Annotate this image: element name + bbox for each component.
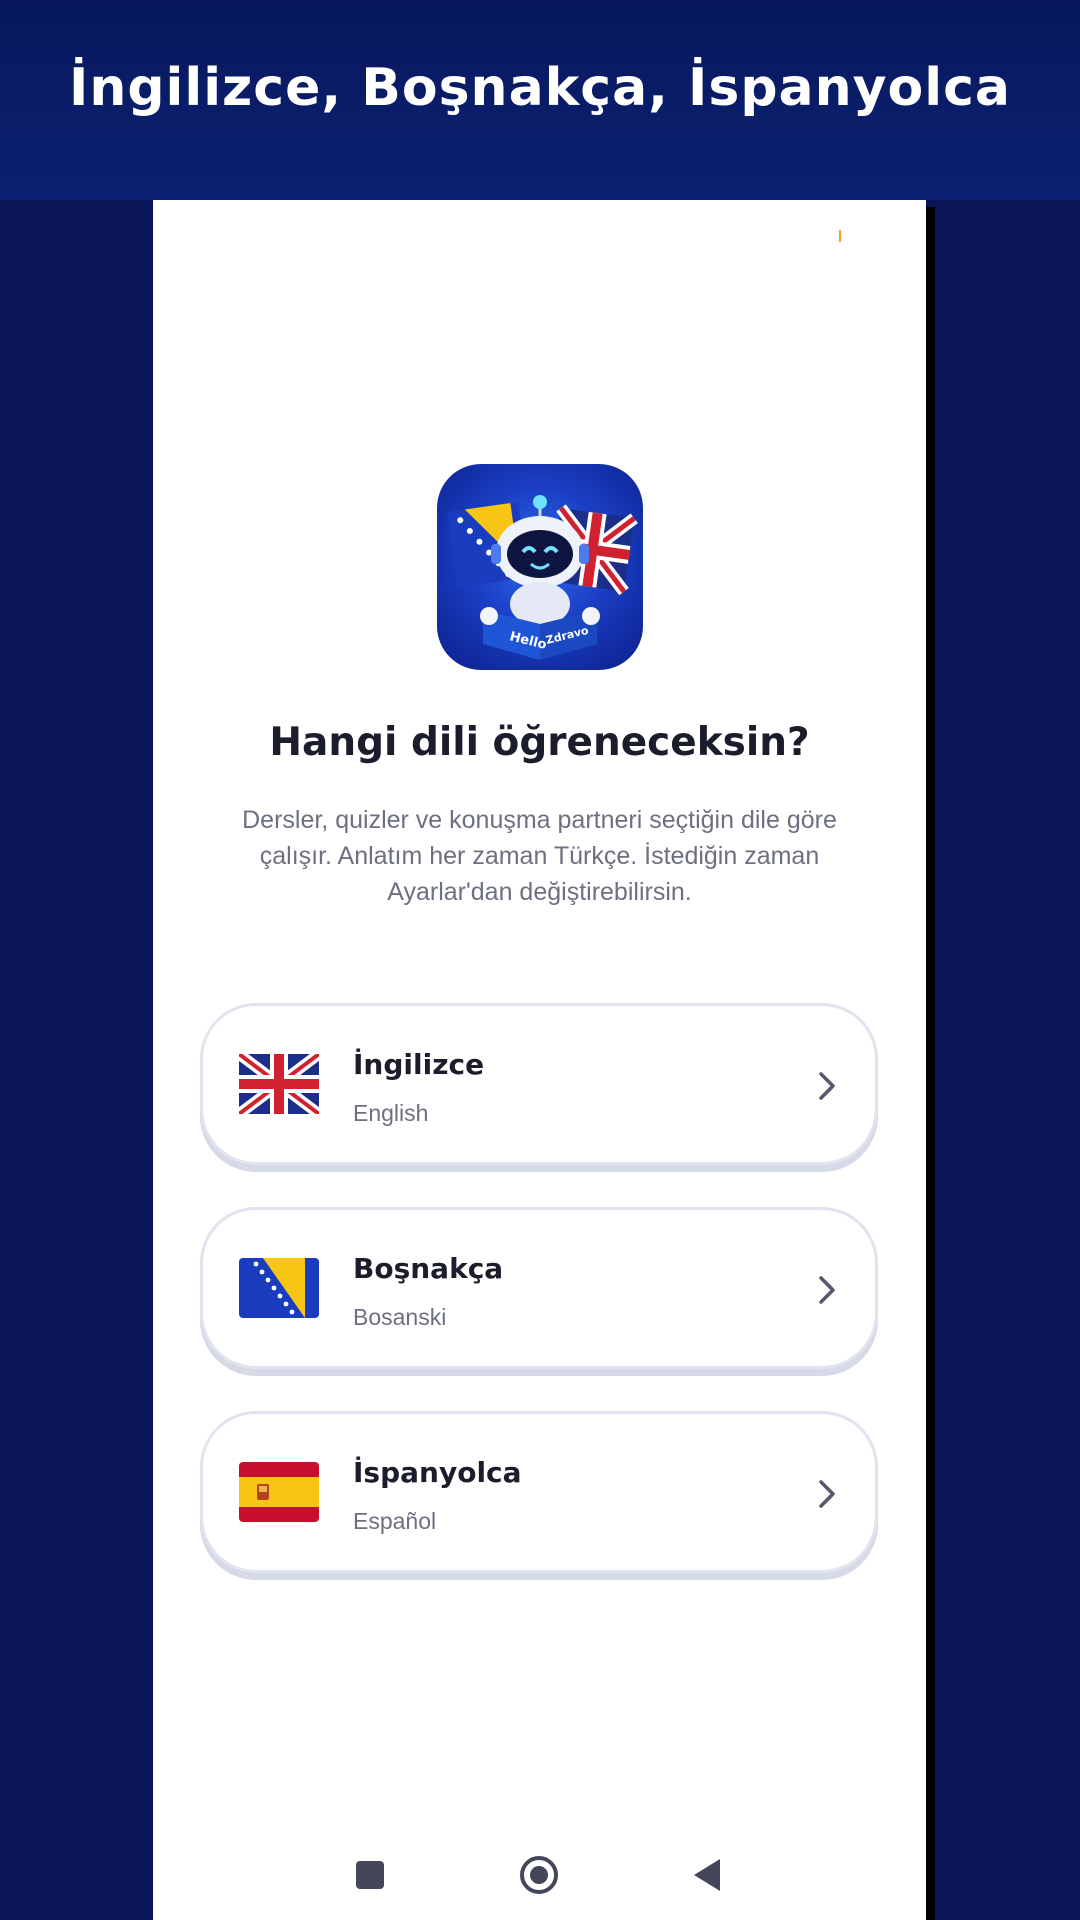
recents-square-icon[interactable]: [350, 1855, 390, 1895]
chevron-right-icon: [819, 1276, 835, 1304]
back-triangle-icon[interactable]: [688, 1855, 728, 1895]
page-subtitle: Dersler, quizler ve konuşma partneri seç…: [242, 806, 837, 906]
banner: İngilizce, Boşnakça, İspanyolca: [0, 0, 1080, 200]
chevron-right-icon: [819, 1480, 835, 1508]
app-logo: Hello Zdravo: [437, 464, 643, 670]
robot-flags-logo-icon: Hello Zdravo: [447, 495, 638, 660]
home-circle-icon[interactable]: [519, 1855, 559, 1895]
language-name: Boşnakça: [353, 1252, 504, 1285]
language-name: İngilizce: [353, 1048, 485, 1081]
spain-flag-icon: [239, 1462, 319, 1522]
phone-screen: Hello Zdravo Hangi dili öğreneceksin? De…: [153, 200, 926, 1920]
language-option-english[interactable]: İngilizce English: [200, 1003, 878, 1165]
language-native-name: English: [353, 1100, 429, 1126]
banner-title: İngilizce, Boşnakça, İspanyolca: [68, 58, 1012, 118]
language-option-spanish[interactable]: İspanyolca Español: [200, 1411, 878, 1573]
language-native-name: Español: [353, 1508, 437, 1534]
language-option-bosnian[interactable]: Boşnakça Bosanski: [200, 1207, 878, 1369]
status-indicator: [839, 230, 841, 242]
page-title: Hangi dili öğreneceksin?: [269, 720, 810, 765]
bosnia-flag-icon: [239, 1258, 319, 1318]
uk-flag-icon: [239, 1054, 319, 1114]
language-name: İspanyolca: [353, 1456, 522, 1489]
language-native-name: Bosanski: [353, 1304, 447, 1330]
system-nav-bar: [153, 1845, 926, 1905]
chevron-right-icon: [819, 1072, 835, 1100]
